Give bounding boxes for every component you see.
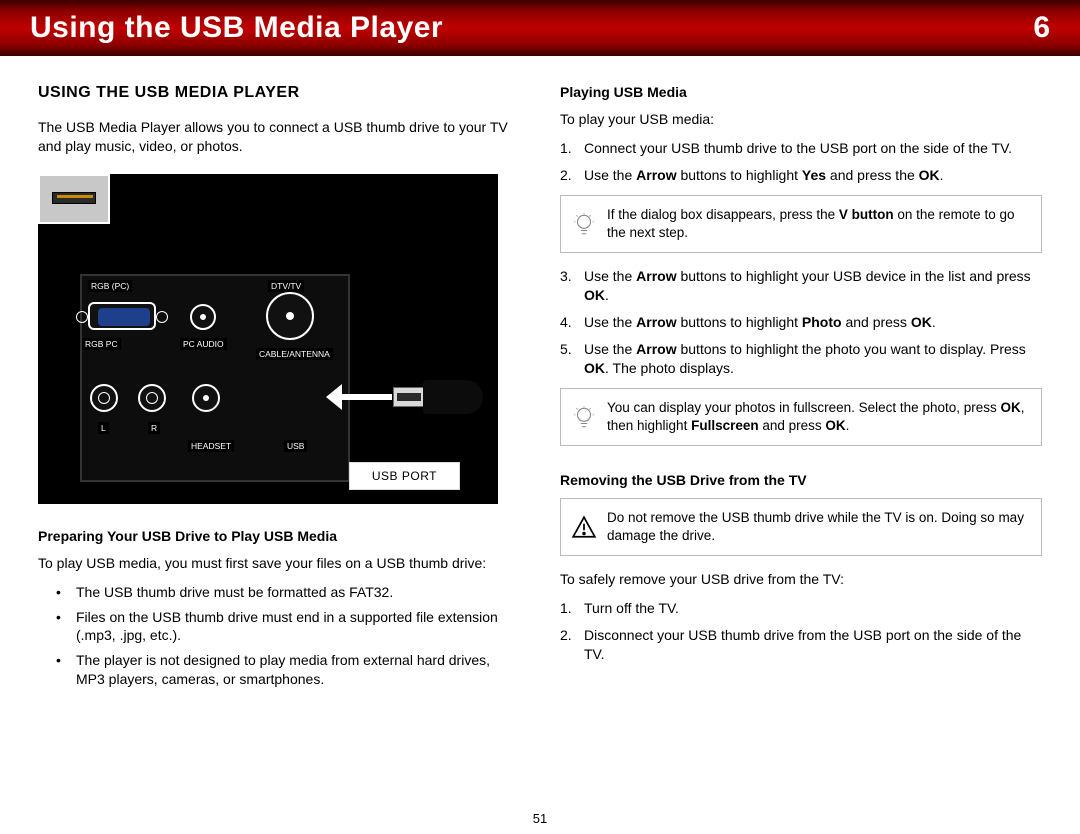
usb-thumb-drive-icon	[393, 380, 483, 414]
rca-left-icon	[90, 384, 118, 412]
tv-ports-illustration: RGB (PC) DTV/TV RGB PC PC AUDIO CABLE/AN…	[38, 174, 498, 504]
label-usb: USB	[284, 440, 307, 452]
step-item: Turn off the TV.	[560, 599, 1042, 618]
label-pc-audio: PC AUDIO	[180, 338, 227, 350]
usb-port-icon	[38, 174, 110, 224]
step-item: Use the Arrow buttons to highlight Photo…	[560, 313, 1042, 332]
rca-right-icon	[138, 384, 166, 412]
removing-steps: Turn off the TV. Disconnect your USB thu…	[560, 599, 1042, 664]
bullet-item: Files on the USB thumb drive must end in…	[56, 608, 520, 646]
step-item: Use the Arrow buttons to highlight Yes a…	[560, 166, 1042, 185]
step-item: Use the Arrow buttons to highlight your …	[560, 267, 1042, 305]
label-dtv-tv: DTV/TV	[268, 280, 304, 292]
warning-text: Do not remove the USB thumb drive while …	[607, 510, 1024, 543]
right-column: Playing USB Media To play your USB media…	[560, 84, 1042, 699]
tip-box-v-button: If the dialog box disappears, press the …	[560, 195, 1042, 253]
warning-icon	[571, 514, 597, 540]
label-rgb-pc: RGB PC	[82, 338, 121, 350]
label-l: L	[98, 422, 109, 434]
vga-port-icon	[88, 302, 156, 330]
coax-port-icon	[266, 292, 314, 340]
step-item: Disconnect your USB thumb drive from the…	[560, 626, 1042, 664]
chapter-number: 6	[1033, 11, 1050, 45]
left-column: USING THE USB MEDIA PLAYER The USB Media…	[38, 84, 520, 699]
playing-steps-1-2: Connect your USB thumb drive to the USB …	[560, 139, 1042, 185]
bullet-item: The player is not designed to play media…	[56, 651, 520, 689]
warning-box: Do not remove the USB thumb drive while …	[560, 498, 1042, 556]
headset-port-icon	[192, 384, 220, 412]
playing-lead: To play your USB media:	[560, 110, 1042, 129]
intro-text: The USB Media Player allows you to conne…	[38, 118, 520, 156]
chapter-header: Using the USB Media Player 6	[0, 0, 1080, 56]
label-rgb-pc-top: RGB (PC)	[88, 280, 132, 292]
removing-heading: Removing the USB Drive from the TV	[560, 472, 1042, 488]
lightbulb-icon	[571, 211, 597, 237]
arrow-line-icon	[334, 394, 392, 400]
step-item: Use the Arrow buttons to highlight the p…	[560, 340, 1042, 378]
lightbulb-icon	[571, 404, 597, 430]
preparing-bullets: The USB thumb drive must be formatted as…	[56, 583, 520, 689]
usb-port-caption: USB PORT	[349, 462, 460, 490]
label-headset: HEADSET	[188, 440, 234, 452]
label-cable-antenna: CABLE/ANTENNA	[256, 348, 333, 360]
playing-steps-3-5: Use the Arrow buttons to highlight your …	[560, 267, 1042, 377]
preparing-lead: To play USB media, you must first save y…	[38, 554, 520, 573]
bullet-item: The USB thumb drive must be formatted as…	[56, 583, 520, 602]
section-title: USING THE USB MEDIA PLAYER	[38, 84, 520, 102]
arrow-head-icon	[326, 384, 342, 410]
page-content: USING THE USB MEDIA PLAYER The USB Media…	[0, 56, 1080, 699]
tip-box-fullscreen: You can display your photos in fullscree…	[560, 388, 1042, 446]
preparing-heading: Preparing Your USB Drive to Play USB Med…	[38, 528, 520, 544]
label-r: R	[148, 422, 160, 434]
removing-lead: To safely remove your USB drive from the…	[560, 570, 1042, 589]
playing-heading: Playing USB Media	[560, 84, 1042, 100]
pc-audio-port-icon	[190, 304, 216, 330]
step-item: Connect your USB thumb drive to the USB …	[560, 139, 1042, 158]
chapter-title: Using the USB Media Player	[30, 11, 443, 45]
page-number: 51	[533, 811, 547, 826]
